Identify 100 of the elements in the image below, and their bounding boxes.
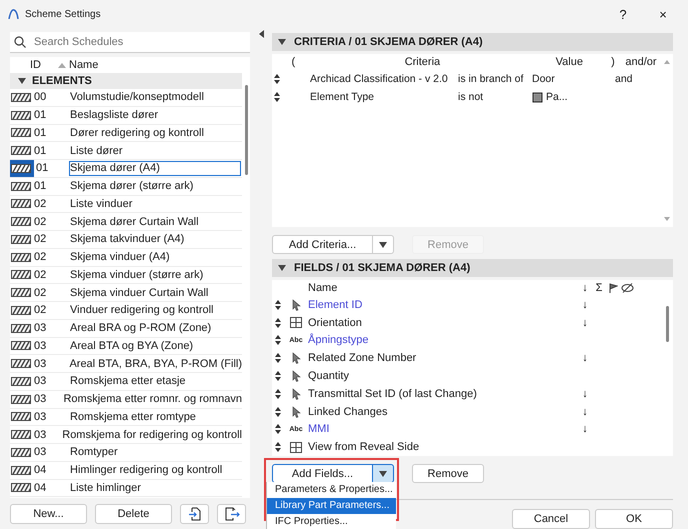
andor-cell-text: and — [615, 73, 634, 85]
schedule-icon — [11, 234, 31, 244]
schedule-icon — [11, 324, 31, 333]
reorder-handle-icon[interactable] — [275, 406, 281, 417]
schedule-row[interactable]: 03 Areal BTA, BRA, BYA, P-ROM (Fill) — [10, 355, 242, 373]
ok-button[interactable]: OK — [595, 509, 673, 529]
schedule-icon — [11, 412, 31, 422]
search-input[interactable]: Search Schedules — [32, 35, 246, 49]
section-header[interactable]: FIELDS / 01 SKJEMA DØRER (A4) — [272, 259, 673, 277]
reorder-handle-icon[interactable] — [275, 353, 281, 364]
schedule-row[interactable]: 02 Skjema vinduer (A4) — [10, 248, 242, 266]
expand-triangle-icon[interactable] — [278, 39, 286, 45]
app-logo-icon — [8, 9, 19, 19]
reorder-handle-icon[interactable] — [275, 318, 281, 328]
reorder-handle-icon[interactable] — [274, 92, 280, 102]
schedule-row[interactable]: 01 Skjema dører (A4) — [10, 160, 242, 178]
sort-column-header: ↓ — [581, 282, 589, 294]
section-title: CRITERIA / 01 SKJEMA DØRER (A4) — [294, 36, 483, 48]
schedule-row[interactable]: 02 Skjema dører Curtain Wall — [10, 213, 242, 231]
cancel-button[interactable]: Cancel — [512, 509, 590, 529]
reorder-handle-icon[interactable] — [275, 388, 281, 399]
schedule-row[interactable]: 01 Dører redigering og kontroll — [10, 124, 242, 142]
schedule-row[interactable]: 03 Romskjema for redigering og kontroll — [10, 426, 242, 444]
import-button[interactable] — [180, 504, 209, 524]
scrollbar-thumb[interactable] — [666, 306, 668, 342]
schedule-row[interactable]: 01 Beslagsliste dører — [10, 106, 242, 124]
schedule-row[interactable]: 03 Areal BRA og P-ROM (Zone) — [10, 320, 242, 338]
schedule-id: 01 — [34, 144, 46, 157]
remove-button[interactable]: Remove — [412, 464, 484, 483]
collapse-panel-icon[interactable] — [258, 30, 264, 38]
reorder-handle-icon[interactable] — [275, 335, 281, 346]
column-header[interactable]: Name — [69, 59, 98, 71]
schedule-icon — [11, 288, 31, 298]
search-icon — [14, 36, 26, 48]
schedule-icon — [11, 394, 31, 404]
sort-mark: ↓ — [581, 423, 589, 436]
schedule-row[interactable]: 03 Romtyper — [10, 444, 242, 462]
schedule-row[interactable]: 03 Romskjema etter romtype — [10, 408, 242, 426]
help-button[interactable]: ? — [606, 6, 640, 22]
sort-mark: ↓ — [581, 406, 589, 418]
schedule-id: 03 — [34, 358, 46, 370]
expand-triangle-icon[interactable] — [278, 265, 286, 271]
add-fields-button[interactable]: Add Fields... — [272, 464, 373, 483]
schedule-name: Liste dører — [69, 144, 124, 159]
dropdown-button[interactable] — [373, 464, 394, 483]
new-button[interactable]: New... — [10, 504, 87, 524]
expand-triangle-icon[interactable] — [379, 242, 387, 248]
expand-triangle-icon[interactable] — [379, 470, 387, 476]
reorder-handle-icon[interactable] — [275, 371, 281, 382]
schedule-row[interactable]: 02 Skjema vinduer (større ark) — [10, 266, 242, 284]
add-criteria-button[interactable]: Add Criteria... — [272, 235, 373, 254]
pointer-icon — [292, 352, 300, 364]
schedule-name: Skjema vinduer (A4) — [69, 250, 171, 266]
reorder-handle-icon[interactable] — [275, 442, 281, 452]
group-row[interactable]: ELEMENTS — [10, 73, 242, 89]
export-icon — [224, 507, 240, 521]
hidden-eye-icon — [620, 283, 634, 293]
column-header[interactable]: ID — [30, 59, 41, 71]
column-header: ) — [610, 56, 616, 68]
reorder-handle-icon[interactable] — [274, 74, 280, 84]
schedule-name: Areal BTA og BYA (Zone) — [69, 338, 194, 354]
schedule-row[interactable]: 03 Romskjema etter etasje — [10, 373, 242, 391]
flag-icon — [608, 283, 618, 293]
menu-item[interactable]: Library Part Parameters... — [267, 498, 396, 514]
schedule-row[interactable]: 01 Skjema dører (større ark) — [10, 178, 242, 196]
schedule-row[interactable]: 04 Liste himlinger — [10, 480, 242, 498]
reorder-handle-icon[interactable] — [275, 424, 281, 434]
schedule-name: Liste vinduer — [69, 196, 134, 212]
export-button[interactable] — [217, 504, 246, 524]
field-name: MMI — [308, 423, 330, 436]
scrollbar-thumb[interactable] — [244, 85, 248, 175]
schedule-id: 02 — [34, 251, 46, 264]
section-header[interactable]: CRITERIA / 01 SKJEMA DØRER (A4) — [272, 33, 673, 51]
pointer-icon — [292, 370, 300, 382]
sort-mark: ↓ — [581, 388, 589, 400]
field-name: Element ID — [308, 298, 364, 311]
schedule-icon — [11, 359, 31, 368]
expand-triangle-icon[interactable] — [18, 78, 26, 84]
window-title: Scheme Settings — [25, 8, 102, 20]
sort-mark: ↓ — [581, 298, 589, 311]
schedule-row[interactable]: 04 Himlinger redigering og kontroll — [10, 462, 242, 480]
schedule-icon — [11, 306, 31, 315]
schedule-name: Areal BTA, BRA, BYA, P-ROM (Fill) — [68, 356, 242, 372]
schedule-row[interactable]: 02 Skjema vinduer Curtain Wall — [10, 284, 242, 302]
close-button[interactable]: × — [646, 6, 680, 22]
field-name: Quantity — [308, 370, 350, 382]
sort-mark: ↓ — [581, 352, 589, 364]
schedule-name: Skjema vinduer (større ark) — [69, 268, 204, 283]
schedule-icon — [11, 376, 31, 386]
reorder-handle-icon[interactable] — [275, 300, 281, 310]
schedule-icon — [11, 217, 31, 226]
schedule-row[interactable]: 03 Romskjema etter romnr. og romnavn — [10, 390, 242, 408]
schedule-row[interactable]: 02 Vinduer redigering og kontroll — [10, 302, 242, 320]
schedule-row[interactable]: 00 Volumstudie/konseptmodell — [10, 89, 242, 107]
schedule-row[interactable]: 02 Liste vinduer — [10, 196, 242, 214]
schedule-row[interactable]: 03 Areal BTA og BYA (Zone) — [10, 338, 242, 356]
pointer-icon — [292, 388, 300, 400]
search-field[interactable]: Search Schedules — [10, 32, 250, 53]
delete-button[interactable]: Delete — [95, 504, 172, 524]
schedule-row[interactable]: 02 Skjema takvinduer (A4) — [10, 231, 242, 249]
